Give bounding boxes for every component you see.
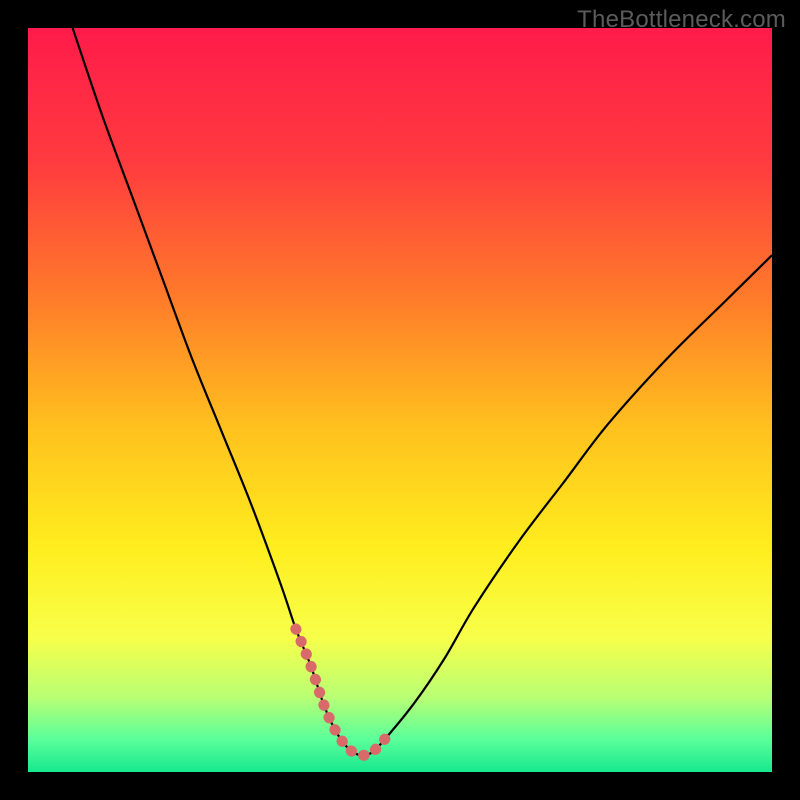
gradient-background [28, 28, 772, 772]
plot-area [28, 28, 772, 772]
watermark-text: TheBottleneck.com [577, 6, 786, 34]
bottleneck-chart [28, 28, 772, 772]
chart-frame: TheBottleneck.com [0, 0, 800, 800]
